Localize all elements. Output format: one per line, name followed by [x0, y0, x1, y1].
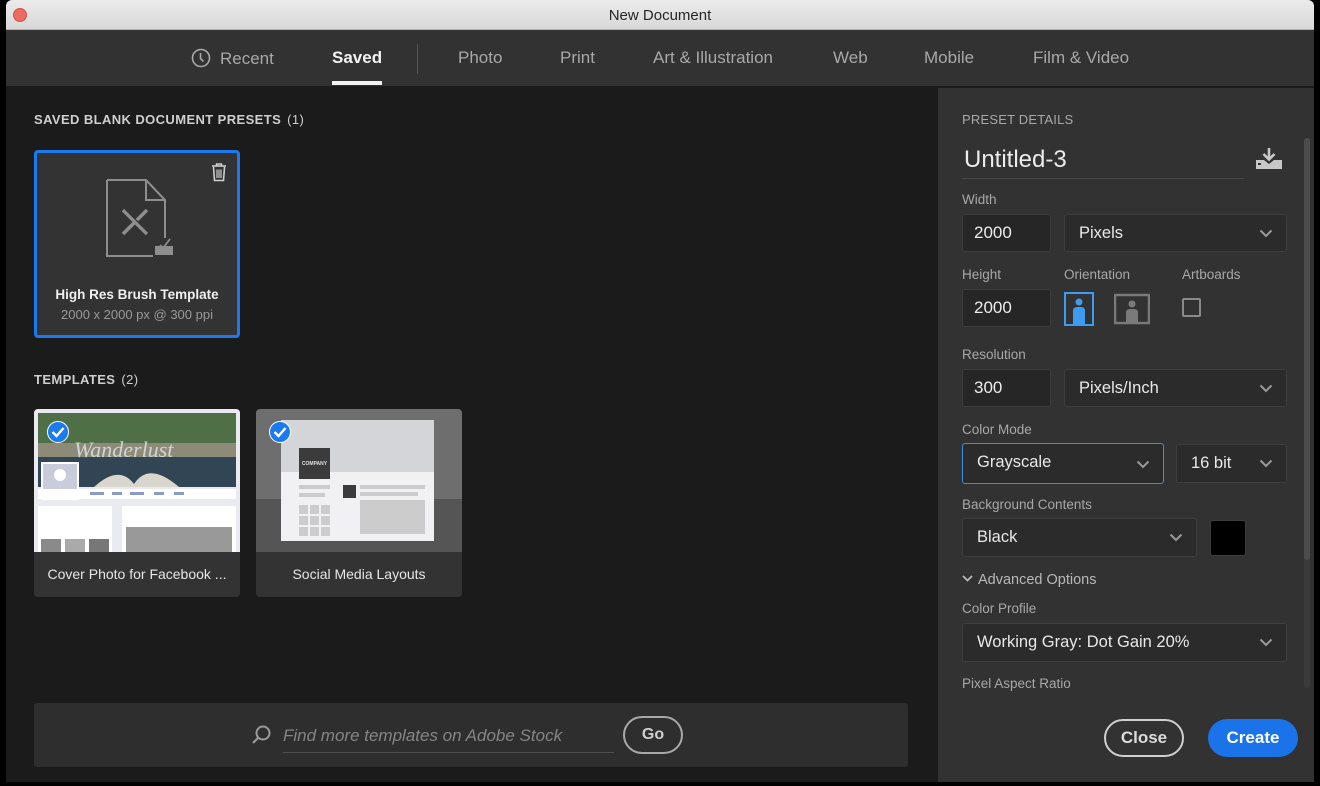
- details-scrollbar[interactable]: [1304, 138, 1310, 688]
- height-label: Height: [962, 267, 1002, 282]
- resolution-input[interactable]: [962, 369, 1051, 407]
- preset-name: High Res Brush Template: [55, 287, 219, 302]
- adobe-stock-search-bar: Go: [34, 703, 908, 767]
- new-document-dialog: New Document Recent Saved Photo Print Ar…: [6, 0, 1314, 782]
- category-tabs: Recent Saved Photo Print Art & Illustrat…: [6, 30, 1314, 87]
- color-mode-select[interactable]: Grayscale: [962, 443, 1164, 484]
- orientation-label: Orientation: [1064, 267, 1131, 282]
- background-color-swatch[interactable]: [1210, 520, 1246, 556]
- color-mode-label: Color Mode: [962, 422, 1032, 437]
- chevron-down-icon: [1259, 638, 1273, 647]
- go-button[interactable]: Go: [623, 716, 683, 754]
- scrollbar-thumb[interactable]: [1304, 138, 1310, 560]
- tab-divider: [417, 44, 418, 74]
- create-button[interactable]: Create: [1208, 719, 1298, 757]
- pixel-aspect-ratio-label: Pixel Aspect Ratio: [962, 676, 1071, 691]
- tab-print[interactable]: Print: [560, 48, 595, 68]
- background-contents-select[interactable]: Black: [962, 518, 1197, 557]
- tab-saved[interactable]: Saved: [332, 48, 383, 85]
- clock-icon: [191, 48, 211, 68]
- tab-photo[interactable]: Photo: [458, 48, 502, 68]
- height-input[interactable]: [962, 289, 1051, 327]
- preset-dimensions: 2000 x 2000 px @ 300 ppi: [61, 307, 213, 322]
- saved-preset-card[interactable]: High Res Brush Template 2000 x 2000 px @…: [34, 150, 240, 338]
- preset-details-heading: PRESET DETAILS: [962, 112, 1074, 127]
- width-label: Width: [962, 192, 997, 207]
- tab-film-video[interactable]: Film & Video: [1033, 48, 1129, 68]
- licensed-check-icon: [47, 421, 69, 443]
- document-name-input[interactable]: [962, 142, 1244, 179]
- save-preset-icon[interactable]: [1255, 146, 1283, 170]
- licensed-check-icon: [269, 421, 291, 443]
- search-icon: [252, 725, 271, 744]
- tab-mobile[interactable]: Mobile: [924, 48, 974, 68]
- stock-search-input[interactable]: [283, 719, 614, 753]
- color-profile-label: Color Profile: [962, 601, 1037, 616]
- chevron-down-icon: [1259, 384, 1273, 393]
- wanderlust-text: Wanderlust: [74, 437, 174, 462]
- template-name: Social Media Layouts: [256, 552, 462, 597]
- chevron-down-icon: [962, 575, 973, 582]
- landscape-orientation-button[interactable]: [1114, 292, 1150, 326]
- width-input[interactable]: [962, 214, 1051, 252]
- template-card-facebook-cover[interactable]: Wanderlust Cover Photo for Facebook ...: [34, 409, 240, 597]
- resolution-unit-select[interactable]: Pixels/Inch: [1064, 369, 1287, 407]
- templates-heading: TEMPLATES (2): [34, 372, 139, 387]
- width-unit-select[interactable]: Pixels: [1064, 214, 1287, 252]
- chevron-down-icon: [1259, 229, 1273, 238]
- template-card-social-media[interactable]: COMPANY Social Media Layouts: [256, 409, 462, 597]
- preset-details-panel: PRESET DETAILS Width Pixels Height Orien…: [938, 88, 1314, 782]
- background-contents-label: Background Contents: [962, 497, 1092, 512]
- portrait-orientation-button[interactable]: [1064, 292, 1094, 326]
- trash-icon[interactable]: [210, 162, 228, 182]
- document-brush-icon: [106, 179, 173, 257]
- artboards-checkbox[interactable]: [1182, 298, 1201, 317]
- tab-web[interactable]: Web: [833, 48, 868, 68]
- tab-art-illustration[interactable]: Art & Illustration: [653, 48, 773, 68]
- chevron-down-icon: [1169, 533, 1183, 542]
- artboards-label: Artboards: [1182, 267, 1241, 282]
- close-button[interactable]: Close: [1104, 719, 1184, 757]
- chevron-down-icon: [1259, 459, 1273, 468]
- resolution-label: Resolution: [962, 347, 1026, 362]
- company-text: COMPANY: [302, 461, 328, 467]
- bit-depth-select[interactable]: 16 bit: [1176, 444, 1287, 483]
- saved-presets-heading: SAVED BLANK DOCUMENT PRESETS (1): [34, 112, 305, 127]
- chevron-down-icon: [1136, 460, 1150, 469]
- advanced-options-toggle[interactable]: Advanced Options: [962, 572, 1097, 588]
- tab-recent[interactable]: Recent: [191, 48, 274, 69]
- title-bar: New Document: [6, 0, 1314, 30]
- presets-area: SAVED BLANK DOCUMENT PRESETS (1) High Res…: [6, 88, 938, 782]
- window-title: New Document: [608, 7, 712, 24]
- color-profile-select[interactable]: Working Gray: Dot Gain 20%: [962, 623, 1287, 662]
- template-name: Cover Photo for Facebook ...: [34, 552, 240, 597]
